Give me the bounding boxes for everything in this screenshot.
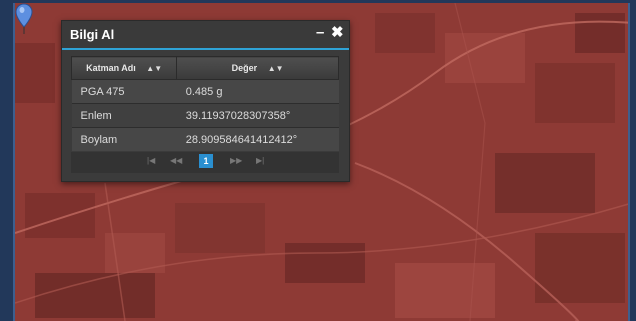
table-row[interactable]: PGA 475 0.485 g xyxy=(71,79,339,104)
cell-layer: Enlem xyxy=(71,103,177,128)
location-pin-icon[interactable] xyxy=(15,3,33,35)
column-header-value[interactable]: Değer ▲▼ xyxy=(176,56,339,80)
cell-layer: PGA 475 xyxy=(71,79,177,104)
panel-titlebar[interactable]: Bilgi Al – ✖ xyxy=(62,21,349,50)
first-page-button[interactable]: |◀ xyxy=(147,156,155,165)
pagination: |◀ ◀◀ 1 ▶▶ ▶| xyxy=(71,152,339,173)
cell-layer: Boylam xyxy=(71,127,177,151)
cell-value: 39.11937028307358° xyxy=(176,103,339,128)
sort-icon[interactable]: ▲▼ xyxy=(146,64,162,73)
info-panel: Bilgi Al – ✖ Katman Adı ▲▼ Değer ▲▼ PGA … xyxy=(61,20,350,182)
last-page-button[interactable]: ▶| xyxy=(256,156,264,165)
info-table: Katman Adı ▲▼ Değer ▲▼ PGA 475 0.485 g E… xyxy=(70,56,339,151)
panel-title: Bilgi Al xyxy=(70,27,115,42)
column-header-label: Katman Adı xyxy=(86,63,136,73)
table-row[interactable]: Boylam 28.909584641412412° xyxy=(71,127,339,151)
close-icon[interactable]: ✖ xyxy=(331,24,344,42)
app-frame: Bilgi Al – ✖ Katman Adı ▲▼ Değer ▲▼ PGA … xyxy=(0,0,636,321)
minimize-icon[interactable]: – xyxy=(316,24,324,42)
column-header-label: Değer xyxy=(231,63,258,73)
sort-icon[interactable]: ▲▼ xyxy=(268,64,284,73)
cell-value: 0.485 g xyxy=(176,79,339,104)
column-header-layer[interactable]: Katman Adı ▲▼ xyxy=(70,56,178,80)
prev-page-button[interactable]: ◀◀ xyxy=(170,156,182,165)
table-row[interactable]: Enlem 39.11937028307358° xyxy=(71,103,339,128)
cell-value: 28.909584641412412° xyxy=(176,127,339,151)
current-page-button[interactable]: 1 xyxy=(199,154,213,168)
next-page-button[interactable]: ▶▶ xyxy=(230,156,242,165)
